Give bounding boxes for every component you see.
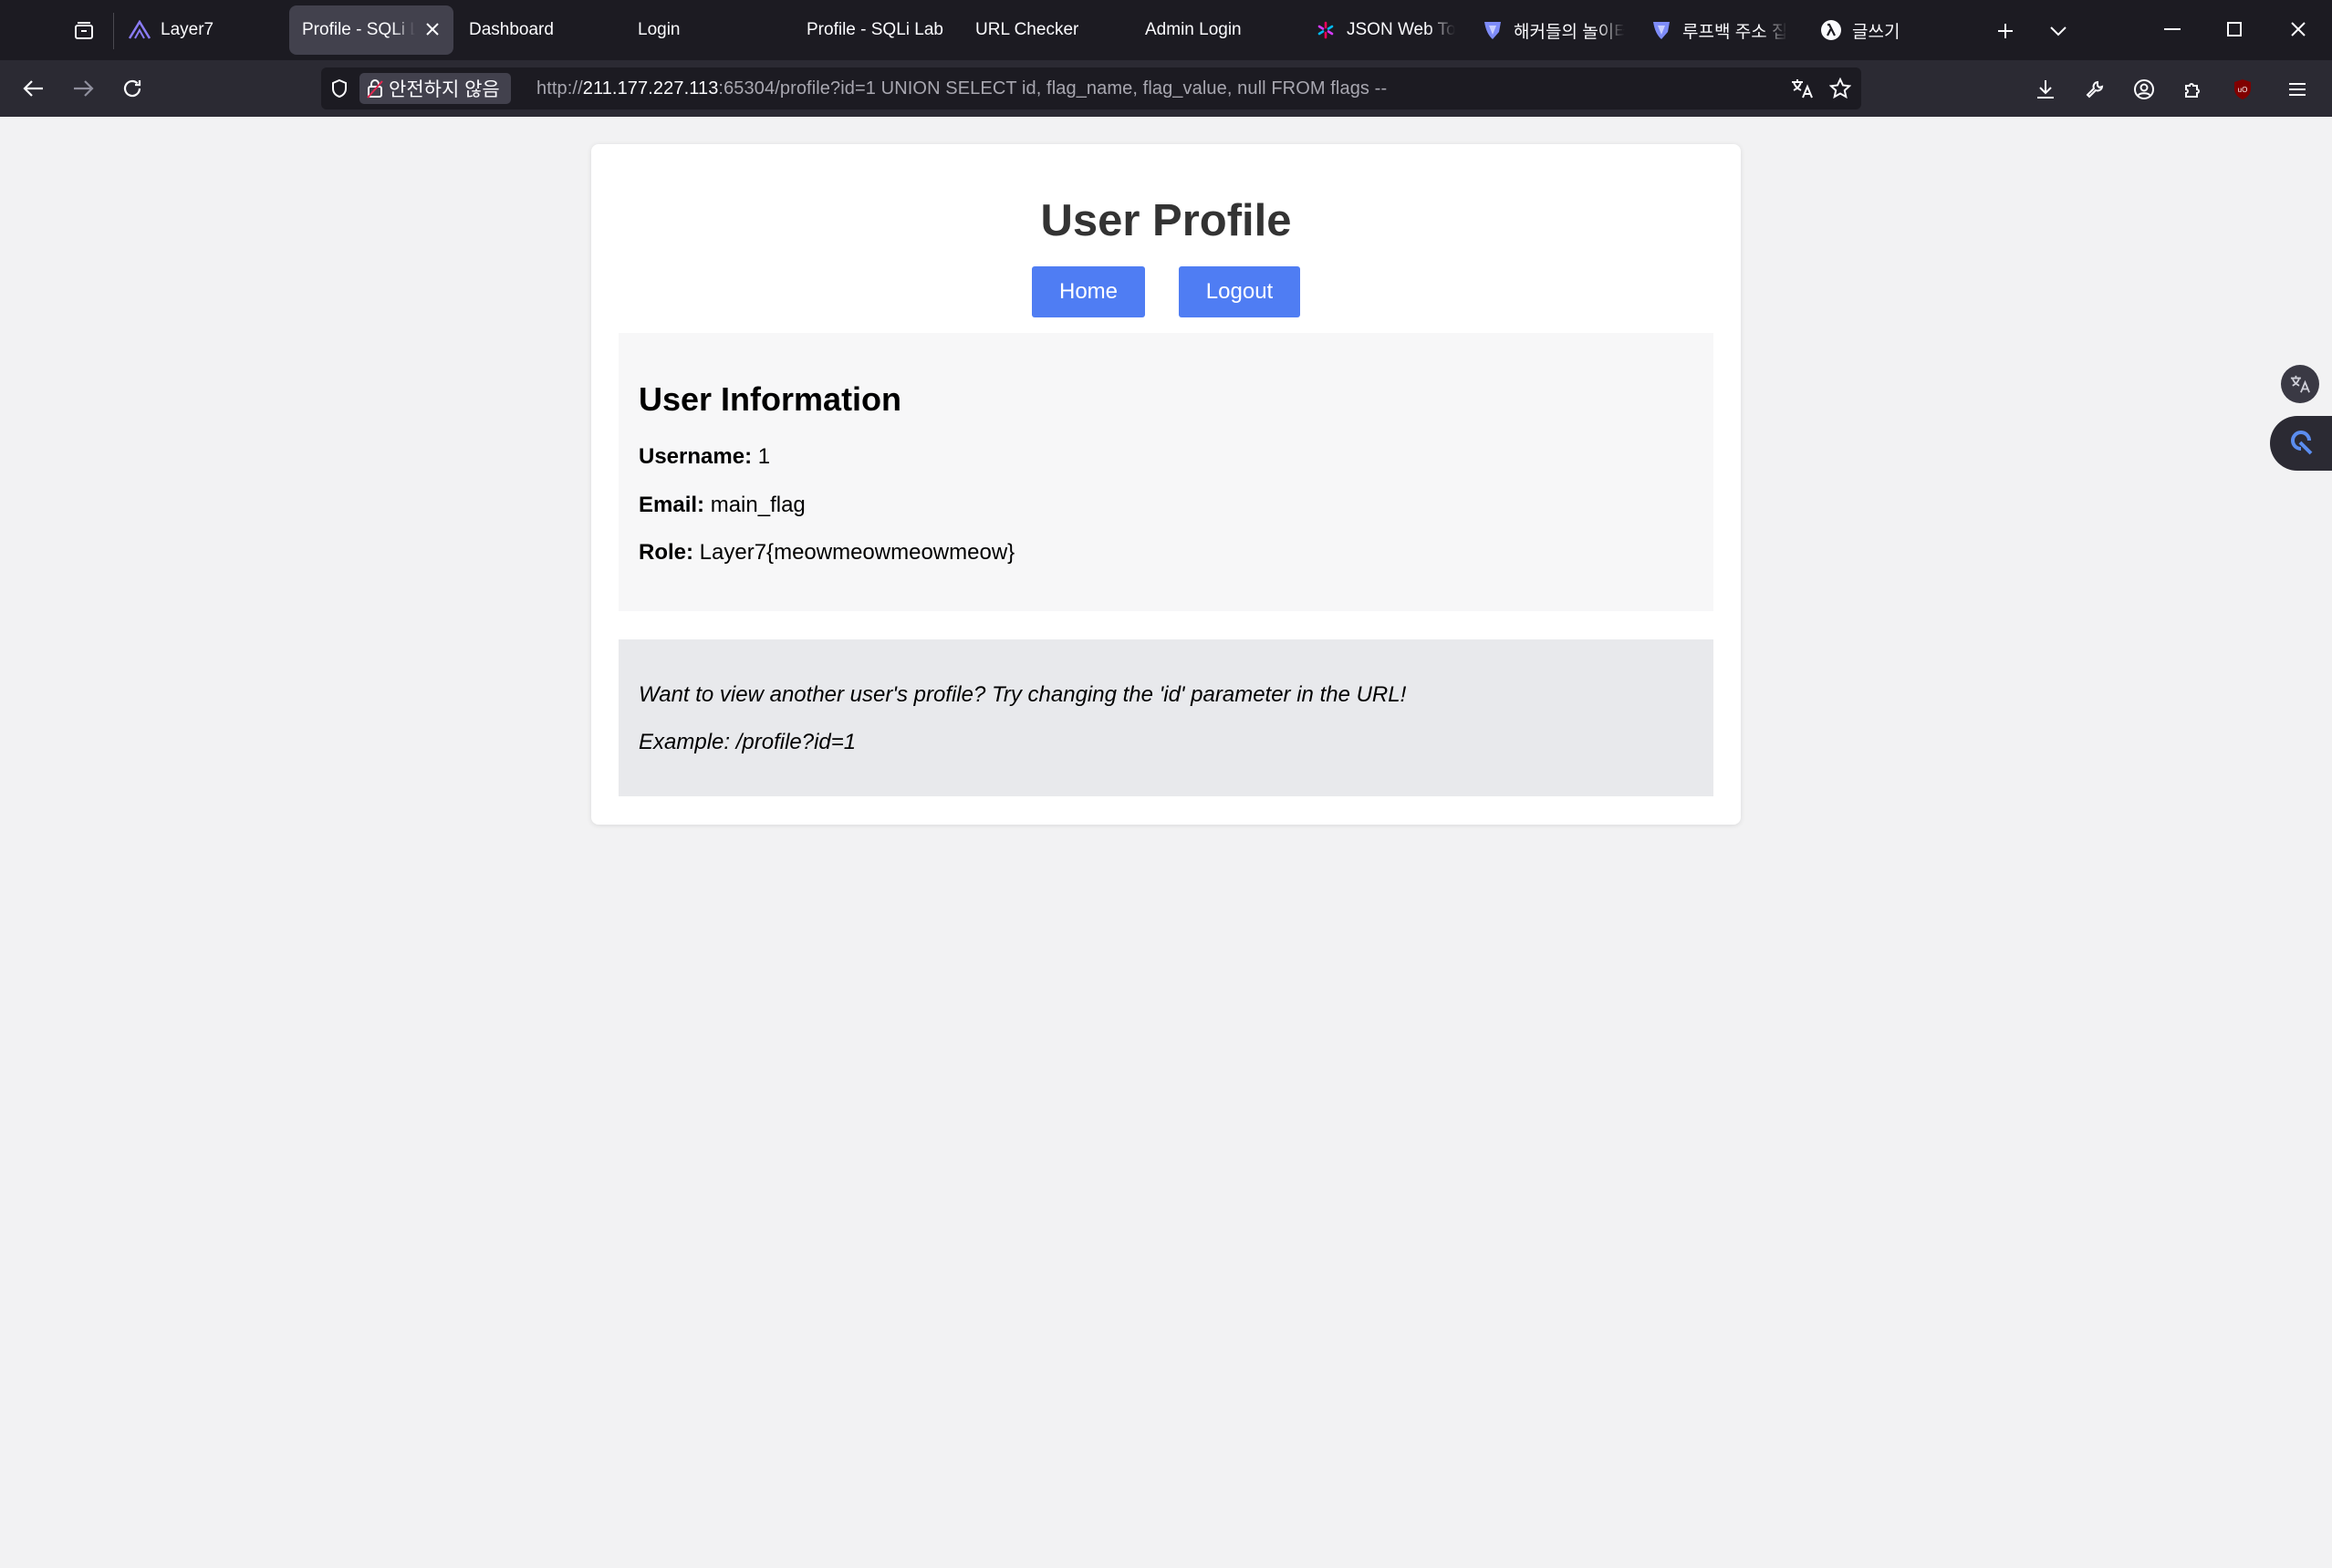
url-prefix: http:// xyxy=(536,78,583,99)
jwt-logo-icon xyxy=(1314,18,1338,42)
home-button[interactable]: Home xyxy=(1032,266,1145,317)
dev-tools-button[interactable] xyxy=(2077,71,2113,108)
minimize-icon xyxy=(2164,28,2181,30)
extension-logo-icon xyxy=(2291,431,2313,455)
tab-loopback[interactable]: 루프백 주소 집 xyxy=(1650,5,1796,55)
tab-title: 글쓰기 xyxy=(1852,22,1900,42)
reload-icon xyxy=(123,79,141,98)
url-text[interactable]: http://211.177.227.113:65304/profile?id=… xyxy=(536,67,1387,109)
tab-profile[interactable]: Profile - SQLi Lab xyxy=(807,5,962,55)
tab-admin-login[interactable]: Admin Login xyxy=(1145,5,1300,55)
url-host: 211.177.227.113 xyxy=(582,78,719,99)
role-label: Role: xyxy=(639,540,693,565)
tab-title: 루프백 주소 집 xyxy=(1682,22,1788,42)
close-tab-icon[interactable] xyxy=(422,19,442,39)
tab-profile-active[interactable]: Profile - SQLi Lab xyxy=(289,5,453,55)
username-value: 1 xyxy=(757,444,771,469)
role-value: Layer7{meowmeowmeowmeow} xyxy=(699,540,1015,565)
security-label: 안전하지 않음 xyxy=(389,79,500,100)
section-heading: User Information xyxy=(639,380,902,418)
logout-button[interactable]: Logout xyxy=(1179,266,1300,317)
tab-divider xyxy=(113,13,114,49)
hint-panel: Want to view another user's profile? Try… xyxy=(619,639,1713,796)
url-path: :65304/profile?id=1 UNION SELECT id, fla… xyxy=(718,78,1388,99)
hint-text: Want to view another user's profile? Try… xyxy=(639,682,1407,707)
tab-layer7[interactable]: Layer7 xyxy=(128,5,283,55)
navigation-toolbar: 안전하지 않음 http://211.177.227.113:65304/pro… xyxy=(0,60,2332,117)
close-icon xyxy=(2291,22,2306,36)
connection-not-secure-badge[interactable]: 안전하지 않음 xyxy=(359,73,511,104)
forward-button[interactable] xyxy=(64,69,102,108)
maximize-icon xyxy=(2227,22,2242,36)
tab-url-checker[interactable]: URL Checker xyxy=(975,5,1130,55)
hamburger-menu-icon xyxy=(2289,83,2306,96)
translate-icon[interactable] xyxy=(1790,77,1814,100)
puzzle-icon xyxy=(2185,83,2200,98)
close-window-button[interactable] xyxy=(2277,11,2319,47)
translate-icon xyxy=(2290,375,2310,393)
tab-hackers-playground[interactable]: 해커들의 놀이터 xyxy=(1481,5,1627,55)
download-icon xyxy=(2037,80,2054,99)
email-label: Email: xyxy=(639,493,705,517)
maximize-button[interactable] xyxy=(2213,11,2255,47)
account-button[interactable] xyxy=(2126,71,2162,108)
reload-button[interactable] xyxy=(113,69,151,108)
chevron-down-icon xyxy=(2050,26,2067,36)
page-title: User Profile xyxy=(1040,196,1292,245)
insecure-lock-icon xyxy=(367,78,383,99)
username-row: Username: 1 xyxy=(639,444,770,470)
wrench-icon xyxy=(2086,80,2104,99)
user-information-panel: User Information Username: 1 Email: main… xyxy=(619,333,1713,611)
forward-arrow-icon xyxy=(74,80,94,97)
email-value: main_flag xyxy=(710,493,806,517)
back-button[interactable] xyxy=(15,69,53,108)
tab-title: JSON Web Tokens xyxy=(1347,20,1455,39)
role-row: Role: Layer7{meowmeowmeowmeow} xyxy=(639,540,1015,566)
tab-title: Login xyxy=(638,20,681,39)
tab-manager-icon xyxy=(75,22,93,39)
minimize-button[interactable] xyxy=(2151,11,2193,47)
tab-title: Dashboard xyxy=(469,20,554,39)
tab-title: Layer7 xyxy=(161,20,214,39)
floating-extension-button[interactable] xyxy=(2270,416,2332,471)
plus-icon xyxy=(1998,24,2013,38)
tab-groups-button[interactable] xyxy=(66,16,102,47)
tab-title: Profile - SQLi Lab xyxy=(807,20,943,39)
new-tab-button[interactable] xyxy=(1987,13,2024,49)
tracking-protection-shield-icon[interactable] xyxy=(328,78,350,99)
lambda-logo-icon xyxy=(1819,18,1843,42)
tab-bar: Layer7 Profile - SQLi Lab Dashboard Logi… xyxy=(0,0,2332,60)
tab-jwt[interactable]: JSON Web Tokens xyxy=(1314,5,1455,55)
extensions-button[interactable] xyxy=(2175,71,2212,108)
address-bar[interactable]: 안전하지 않음 http://211.177.227.113:65304/pro… xyxy=(321,67,1861,109)
tab-login[interactable]: Login xyxy=(638,5,793,55)
svg-text:uO: uO xyxy=(2238,86,2248,94)
shield-logo-icon xyxy=(1481,18,1504,42)
menu-button[interactable] xyxy=(2279,71,2316,108)
tab-title: 해커들의 놀이터 xyxy=(1514,22,1625,42)
ublock-shield-icon: uO xyxy=(2234,79,2251,99)
tab-title: Profile - SQLi Lab xyxy=(302,20,415,39)
back-arrow-icon xyxy=(23,80,43,97)
example-text: Example: /profile?id=1 xyxy=(639,730,857,754)
tab-title: Admin Login xyxy=(1145,20,1242,39)
tab-write[interactable]: 글쓰기 xyxy=(1819,5,1956,55)
profile-card: User Profile Home Logout User Informatio… xyxy=(591,144,1741,825)
bookmark-star-icon[interactable] xyxy=(1828,77,1852,100)
username-label: Username: xyxy=(639,444,753,469)
tab-title: URL Checker xyxy=(975,20,1079,39)
layer7-logo-icon xyxy=(128,18,151,42)
account-icon xyxy=(2134,79,2154,99)
shield-logo-icon xyxy=(1650,18,1673,42)
page-viewport: User Profile Home Logout User Informatio… xyxy=(0,117,2332,1568)
list-all-tabs-button[interactable] xyxy=(2040,13,2077,49)
tab-dashboard[interactable]: Dashboard xyxy=(469,5,624,55)
downloads-button[interactable] xyxy=(2027,71,2064,108)
ublock-button[interactable]: uO xyxy=(2224,71,2261,108)
email-row: Email: main_flag xyxy=(639,493,806,518)
floating-translate-button[interactable] xyxy=(2281,365,2319,403)
